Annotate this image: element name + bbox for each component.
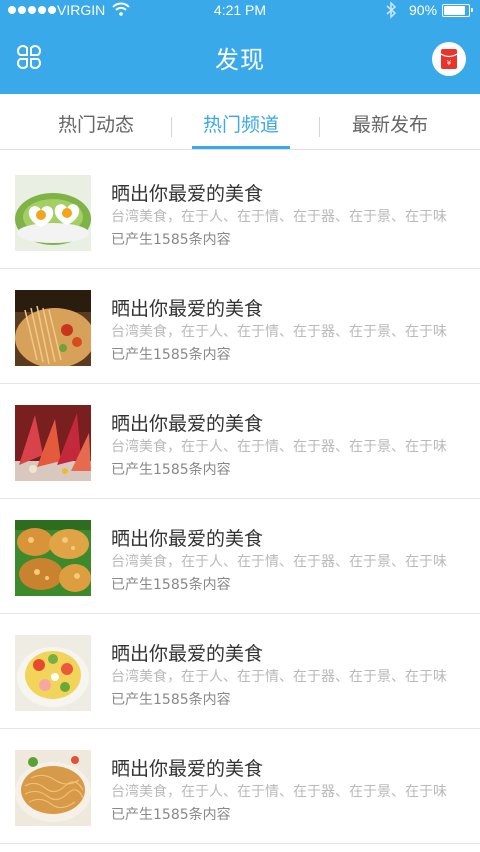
tab-latest[interactable]: 最新发布 (310, 94, 470, 150)
list-item[interactable]: 晒出你最爱的美食 台湾美食，在于人、在于情、在于器、在于景、在于味 已产生158… (0, 269, 480, 384)
app-header: VIRGIN 4:21 PM 90% 发现 ¥ (0, 0, 480, 94)
tab-hot-channels[interactable]: 热门频道 (161, 94, 321, 150)
tab-bar: 热门动态 热门频道 最新发布 (0, 94, 480, 150)
nav-bar: 发现 ¥ (0, 22, 480, 94)
channel-count: 已产生1585条内容 (111, 692, 231, 708)
tab-hot-activity[interactable]: 热门动态 (16, 94, 176, 150)
channel-count: 已产生1585条内容 (111, 462, 231, 478)
channel-title: 晒出你最爱的美食 (111, 758, 264, 780)
list-item[interactable]: 晒出你最爱的美食 台湾美食，在于人、在于情、在于器、在于景、在于味 已产生158… (0, 729, 480, 844)
channel-title: 晒出你最爱的美食 (111, 413, 264, 435)
channel-count: 已产生1585条内容 (111, 807, 231, 823)
channel-description: 台湾美食，在于人、在于情、在于器、在于景、在于味 (111, 554, 447, 570)
red-packet-button[interactable]: ¥ (432, 42, 466, 76)
red-packet-icon: ¥ (440, 49, 458, 69)
channel-count: 已产生1585条内容 (111, 347, 231, 363)
channel-description: 台湾美食，在于人、在于情、在于器、在于景、在于味 (111, 209, 447, 225)
list-item[interactable]: 晒出你最爱的美食 台湾美食，在于人、在于情、在于器、在于景、在于味 已产生158… (0, 614, 480, 729)
salad-bowl-photo (15, 635, 91, 711)
channel-title: 晒出你最爱的美食 (111, 528, 264, 550)
status-bar: VIRGIN 4:21 PM 90% (0, 0, 480, 22)
channel-count: 已产生1585条内容 (111, 577, 231, 593)
channel-title: 晒出你最爱的美食 (111, 183, 264, 205)
fried-food-photo (15, 520, 91, 596)
list-item[interactable]: 晒出你最爱的美食 台湾美食，在于人、在于情、在于器、在于景、在于味 已产生158… (0, 499, 480, 614)
channel-title: 晒出你最爱的美食 (111, 643, 264, 665)
active-tab-indicator (192, 146, 290, 149)
channel-title: 晒出你最爱的美食 (111, 298, 264, 320)
list-item[interactable]: 晒出你最爱的美食 台湾美食，在于人、在于情、在于器、在于景、在于味 已产生158… (0, 154, 480, 269)
channel-count: 已产生1585条内容 (111, 232, 231, 248)
noodles-photo (15, 290, 91, 366)
status-time: 4:21 PM (213, 2, 267, 18)
eggs-lettuce-photo (15, 175, 91, 251)
battery-fill (444, 6, 465, 15)
bluetooth-icon (386, 1, 397, 19)
channel-description: 台湾美食，在于人、在于情、在于器、在于景、在于味 (111, 784, 447, 800)
channel-description: 台湾美食，在于人、在于情、在于器、在于景、在于味 (111, 669, 447, 685)
channel-description: 台湾美食，在于人、在于情、在于器、在于景、在于味 (111, 439, 447, 455)
battery-nub (471, 8, 473, 12)
channel-list: 晒出你最爱的美食 台湾美食，在于人、在于情、在于器、在于景、在于味 已产生158… (0, 154, 480, 844)
red-dish-photo (15, 405, 91, 481)
crispy-noodles-photo (15, 750, 91, 826)
battery-icon (442, 4, 473, 17)
list-item[interactable]: 晒出你最爱的美食 台湾美食，在于人、在于情、在于器、在于景、在于味 已产生158… (0, 384, 480, 499)
channel-description: 台湾美食，在于人、在于情、在于器、在于景、在于味 (111, 324, 447, 340)
svg-text:¥: ¥ (447, 59, 452, 67)
battery-percent: 90% (409, 2, 438, 18)
page-title: 发现 (215, 46, 265, 74)
